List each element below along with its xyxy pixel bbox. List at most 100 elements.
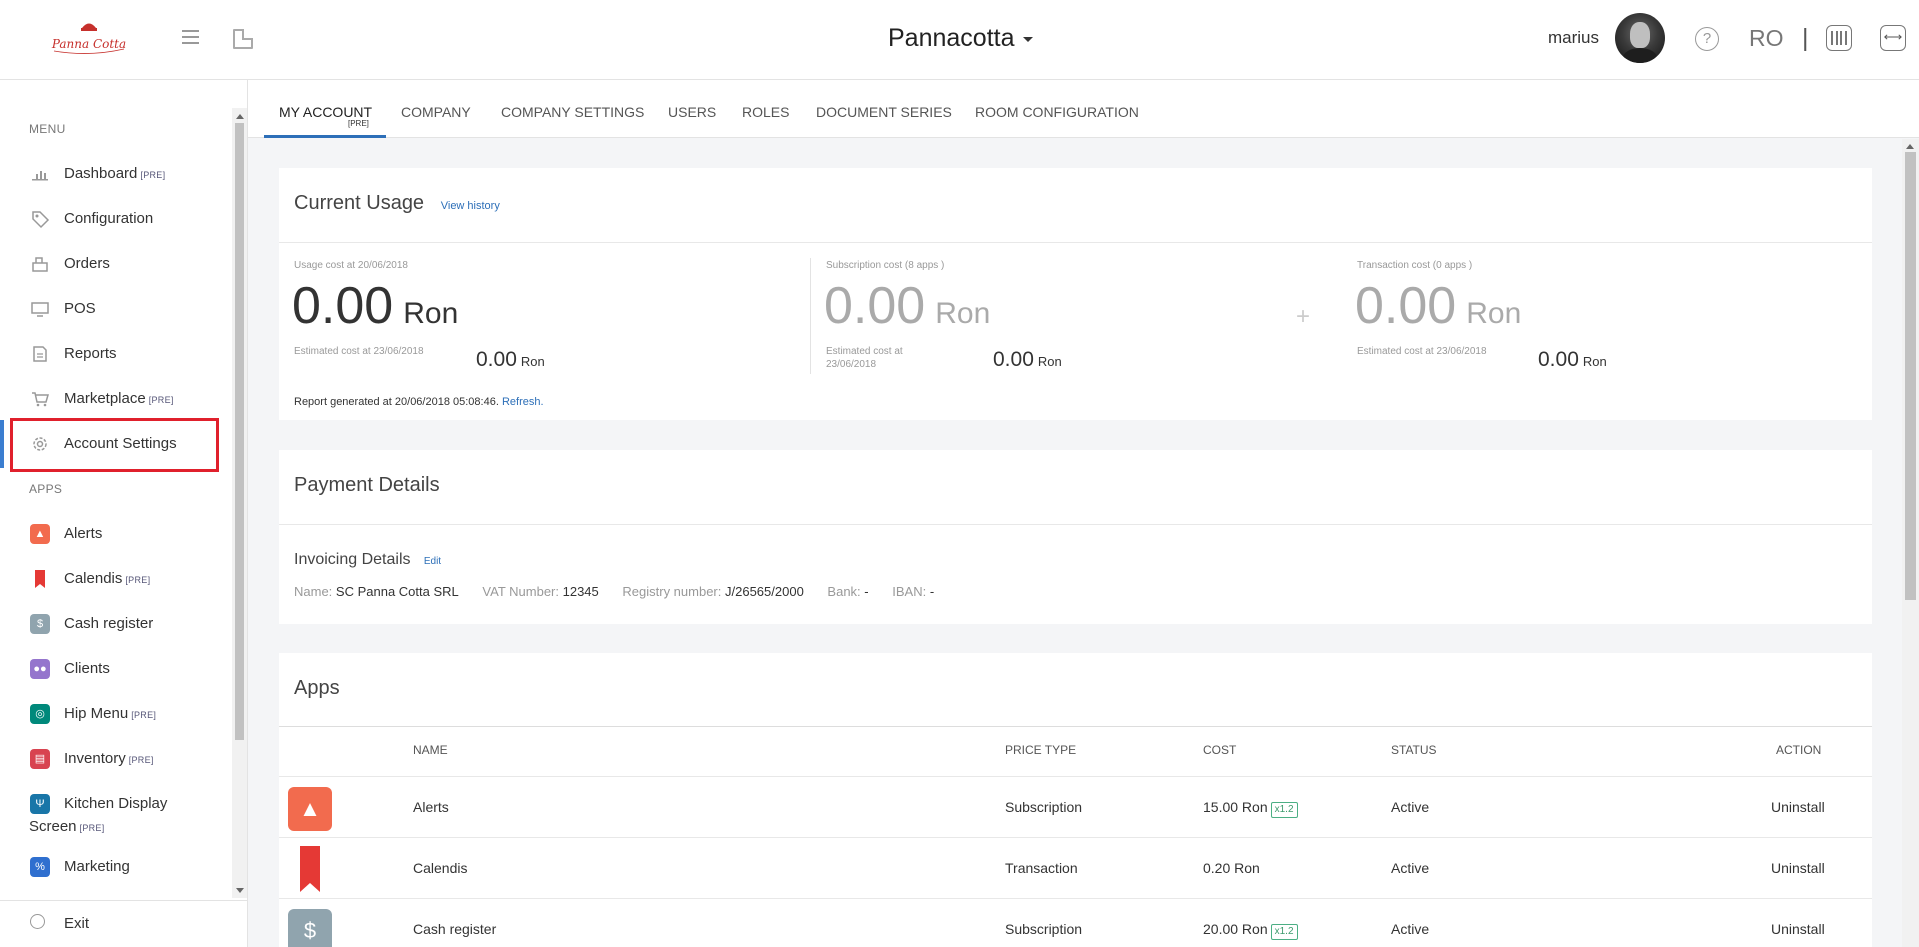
apps-section-title: APPS bbox=[29, 482, 63, 496]
tab-bar: MY ACCOUNT [PRE] COMPANY COMPANY SETTING… bbox=[248, 80, 1919, 138]
subscription-estimated-label: Estimated cost at 23/06/2018 bbox=[826, 346, 903, 370]
logo[interactable]: Panna Cotta bbox=[48, 18, 130, 58]
scroll-down-icon[interactable] bbox=[236, 888, 244, 893]
app-cost: 20.00 Ron x1.2 bbox=[1203, 921, 1298, 940]
sidebar-item-label-line2: Screen [PRE] bbox=[29, 818, 105, 835]
inventory-icon: ▤ bbox=[30, 749, 50, 769]
sidebar-item-alerts[interactable]: ▲ Alerts bbox=[0, 514, 230, 554]
sidebar-item-kitchen-display[interactable]: Ψ Kitchen Display Screen [PRE] bbox=[0, 784, 230, 842]
sidebar-item-label: Reports bbox=[64, 345, 117, 362]
sidebar-item-label: POS bbox=[64, 300, 96, 317]
sidebar-item-marketplace[interactable]: Marketplace [PRE] bbox=[0, 379, 230, 419]
cash-register-icon[interactable] bbox=[1826, 25, 1852, 51]
sidebar-item-label: Kitchen Display bbox=[64, 795, 168, 812]
uninstall-button[interactable]: Uninstall bbox=[1771, 860, 1825, 876]
sidebar-item-marketing[interactable]: % Marketing bbox=[0, 847, 230, 887]
cutlery-icon: Ψ bbox=[30, 794, 50, 814]
header-separator: | bbox=[1802, 24, 1809, 52]
tab-my-account[interactable]: MY ACCOUNT bbox=[279, 104, 372, 120]
column-header-name: NAME bbox=[413, 743, 448, 757]
tab-users[interactable]: USERS bbox=[668, 104, 716, 120]
sidebar-item-dashboard[interactable]: Dashboard [PRE] bbox=[0, 154, 230, 194]
menu-toggle-icon[interactable] bbox=[182, 30, 199, 44]
column-header-cost: COST bbox=[1203, 743, 1237, 757]
sidebar-item-calendis[interactable]: Calendis [PRE] bbox=[0, 559, 230, 599]
sidebar-item-inventory[interactable]: ▤ Inventory [PRE] bbox=[0, 739, 230, 779]
card-title: Current Usage View history bbox=[294, 192, 500, 214]
tab-company-settings[interactable]: COMPANY SETTINGS bbox=[501, 104, 644, 120]
compass-icon: ◎ bbox=[30, 704, 50, 724]
divider bbox=[810, 258, 811, 374]
usage-estimated-value: 0.00 Ron bbox=[476, 348, 545, 371]
app-cost: 15.00 Ron x1.2 bbox=[1203, 799, 1298, 818]
card-title: Apps bbox=[294, 677, 340, 699]
tab-pre-badge: [PRE] bbox=[348, 119, 369, 128]
language-selector[interactable]: RO bbox=[1749, 25, 1784, 52]
sidebar-item-hip-menu[interactable]: ◎ Hip Menu [PRE] bbox=[0, 694, 230, 734]
sidebar-item-label: Clients bbox=[64, 660, 110, 677]
card-header: Apps bbox=[279, 653, 1872, 727]
app-name: Calendis bbox=[413, 860, 468, 876]
help-icon[interactable]: ? bbox=[1695, 27, 1719, 51]
sidebar-item-configuration[interactable]: Configuration bbox=[0, 199, 230, 239]
registry-number-value: J/26565/2000 bbox=[725, 584, 804, 599]
sidebar-item-clients[interactable]: ●● Clients bbox=[0, 649, 230, 689]
bookmark-icon bbox=[300, 846, 320, 892]
report-generated-text: Report generated at 20/06/2018 05:08:46.… bbox=[294, 396, 544, 408]
highlight-annotation bbox=[10, 418, 219, 472]
company-name: Pannacotta bbox=[888, 24, 1015, 52]
table-row: $ Cash register Subscription 20.00 Ron x1… bbox=[279, 898, 1872, 947]
main-scrollbar-thumb[interactable] bbox=[1905, 152, 1916, 600]
usage-estimated-label: Estimated cost at 23/06/2018 bbox=[294, 346, 424, 357]
card-header: Payment Details bbox=[279, 450, 1872, 525]
expand-icon[interactable] bbox=[233, 29, 253, 49]
sidebar-item-cash-register[interactable]: $ Cash register bbox=[0, 604, 230, 644]
sidebar-item-pos[interactable]: POS bbox=[0, 289, 230, 329]
sidebar-item-reports[interactable]: Reports bbox=[0, 334, 230, 374]
exit-button[interactable]: Exit bbox=[0, 900, 247, 947]
company-name-value: SC Panna Cotta SRL bbox=[335, 584, 459, 599]
cart-icon bbox=[32, 392, 49, 407]
sidebar-item-label: Cash register bbox=[64, 615, 154, 632]
tab-roles[interactable]: ROLES bbox=[742, 104, 789, 120]
payment-details-card: Payment Details Invoicing Details Edit N… bbox=[279, 450, 1872, 624]
sidebar-item-label: Configuration bbox=[64, 210, 154, 227]
sidebar: MENU Dashboard [PRE] Configuration Orders… bbox=[0, 80, 248, 947]
transaction-cost-value: 0.00 Ron bbox=[1355, 277, 1522, 335]
user-name[interactable]: marius bbox=[1548, 28, 1599, 48]
marketing-icon: % bbox=[30, 857, 50, 877]
bookmark-icon bbox=[35, 570, 45, 588]
sidebar-scrollbar-thumb[interactable] bbox=[235, 123, 244, 740]
table-row: Calendis Transaction 0.20 Ron Active Uni… bbox=[279, 837, 1872, 898]
scroll-up-icon[interactable] bbox=[1906, 144, 1914, 149]
tab-document-series[interactable]: DOCUMENT SERIES bbox=[816, 104, 952, 120]
refresh-link[interactable]: Refresh. bbox=[502, 396, 544, 408]
uninstall-button[interactable]: Uninstall bbox=[1771, 799, 1825, 815]
company-switcher[interactable]: Pannacotta bbox=[888, 24, 1033, 53]
invoicing-details-title: Invoicing Details Edit bbox=[294, 551, 442, 568]
top-header: Panna Cotta Pannacotta marius ? RO | ⟷ bbox=[0, 0, 1919, 80]
uninstall-button[interactable]: Uninstall bbox=[1771, 921, 1825, 937]
scroll-up-icon[interactable] bbox=[236, 114, 244, 119]
sidebar-item-label: Orders bbox=[64, 255, 110, 272]
tab-company[interactable]: COMPANY bbox=[401, 104, 471, 120]
transaction-cost-label: Transaction cost (0 apps ) bbox=[1357, 260, 1473, 271]
fit-screen-icon[interactable]: ⟷ bbox=[1880, 25, 1906, 51]
invoicing-details-row: Name: SC Panna Cotta SRL VAT Number: 123… bbox=[294, 584, 935, 599]
bar-chart-icon bbox=[32, 171, 48, 181]
exit-icon bbox=[30, 914, 45, 929]
iban-value: - bbox=[929, 584, 935, 599]
view-history-link[interactable]: View history bbox=[441, 200, 500, 212]
sidebar-item-label: Dashboard [PRE] bbox=[64, 165, 166, 182]
active-tab-underline bbox=[264, 135, 386, 138]
edit-invoicing-link[interactable]: Edit bbox=[424, 556, 441, 567]
app-price-type: Subscription bbox=[1005, 799, 1083, 815]
app-name: Cash register bbox=[413, 921, 497, 937]
sidebar-item-label: Marketing bbox=[64, 858, 130, 875]
sidebar-item-orders[interactable]: Orders bbox=[0, 244, 230, 284]
tab-room-configuration[interactable]: ROOM CONFIGURATION bbox=[975, 104, 1139, 120]
card-header: Current Usage View history bbox=[279, 168, 1872, 243]
subscription-estimated-value: 0.00 Ron bbox=[993, 348, 1062, 371]
avatar[interactable] bbox=[1615, 13, 1665, 63]
column-header-price-type: PRICE TYPE bbox=[1005, 743, 1077, 757]
